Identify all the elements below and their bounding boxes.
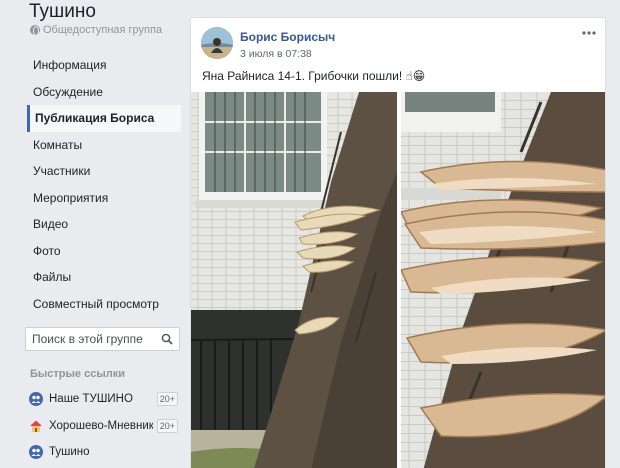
group-nav: Информация Обсуждение Публикация Бориса … [27, 52, 181, 317]
nav-item-videos[interactable]: Видео [27, 211, 181, 238]
group-sidebar: Тушино Общедоступная группа Информация О… [0, 0, 190, 468]
quick-link-khoroshevo[interactable]: Хорошево-Мневники 20+ [29, 413, 181, 440]
group-icon [29, 392, 43, 407]
nav-item-rooms[interactable]: Комнаты [27, 132, 181, 159]
globe-icon [30, 25, 40, 36]
post-text: Яна Райниса 14-1. Грибочки пошли! ☝😁 [202, 69, 426, 83]
nav-item-photos[interactable]: Фото [27, 238, 181, 265]
quick-link-nashe-tushino[interactable]: Наше ТУШИНО 20+ [29, 386, 181, 413]
quick-link-label: Наше ТУШИНО [49, 393, 133, 406]
photo-mushrooms-wide[interactable] [191, 92, 397, 468]
search-icon[interactable] [161, 333, 173, 345]
group-search [25, 327, 180, 351]
house-icon [30, 420, 42, 432]
group-privacy: Общедоступная группа [30, 24, 162, 36]
group-privacy-label: Общедоступная группа [43, 24, 163, 36]
photo-mushrooms-closeup[interactable] [401, 92, 606, 468]
group-icon [29, 445, 43, 460]
nav-item-discussion[interactable]: Обсуждение [27, 79, 181, 106]
post-card: Борис Борисыч 3 июля в 07:38 Яна Райниса… [190, 17, 606, 468]
notification-badge: 20+ [156, 392, 178, 406]
post-time[interactable]: 3 июля в 07:38 [240, 48, 312, 60]
quick-link-tushino[interactable]: Тушино [29, 439, 181, 466]
nav-item-info[interactable]: Информация [27, 52, 181, 79]
avatar-image [201, 27, 233, 59]
post-author[interactable]: Борис Борисыч [240, 30, 335, 44]
quick-link-label: Хорошево-Мневники [49, 419, 153, 432]
search-input[interactable] [32, 332, 152, 346]
post-photos [191, 92, 606, 468]
notification-badge: 20+ [156, 418, 178, 433]
avatar[interactable] [201, 27, 233, 59]
quick-links-list: Наше ТУШИНО 20+ Хорошево-Мневники 20+ Ту… [29, 386, 181, 466]
more-options-icon[interactable] [581, 28, 597, 38]
group-title[interactable]: Тушино [29, 1, 96, 23]
nav-item-watch-party[interactable]: Совместный просмотр [27, 291, 181, 318]
nav-item-members[interactable]: Участники [27, 158, 181, 185]
nav-item-events[interactable]: Мероприятия [27, 185, 181, 212]
nav-item-files[interactable]: Файлы [27, 264, 181, 291]
quick-links-title: Быстрые ссылки [30, 368, 125, 380]
quick-link-label: Тушино [49, 446, 90, 459]
nav-item-boris-post[interactable]: Публикация Бориса [27, 105, 181, 132]
